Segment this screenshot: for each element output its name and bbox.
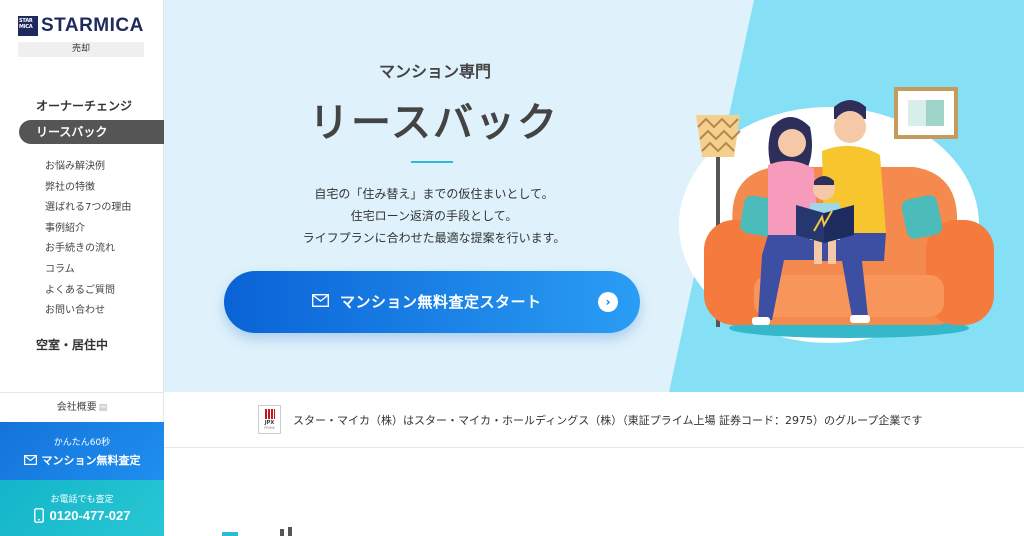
mail-icon	[312, 294, 329, 307]
sub-nav-item[interactable]: コラム	[45, 263, 131, 284]
nav-vacant-occupied[interactable]: 空室・居住中	[36, 336, 108, 353]
jpx-sub: PRIME	[264, 426, 275, 430]
document-icon: ▤	[98, 403, 108, 413]
jpx-bars-icon	[264, 409, 275, 419]
mail-icon	[23, 455, 37, 465]
sub-nav-item[interactable]: お問い合わせ	[45, 304, 131, 325]
hero-cta-label: マンション無料査定スタート	[340, 293, 542, 311]
sidebar: STAR MICA STARMICA 売却 オーナーチェンジ リースバック お悩…	[0, 0, 164, 536]
logo-mark: STAR MICA	[18, 16, 38, 36]
phone-cta-small: お電話でも査定	[50, 495, 114, 505]
site-logo[interactable]: STAR MICA STARMICA	[18, 15, 144, 37]
company-link[interactable]: 会社概要 ▤	[0, 392, 164, 422]
hero-subtitle: マンション専門	[378, 62, 491, 81]
family-on-sofa-illustration	[679, 87, 994, 343]
phone-number: 0120-477-027	[49, 508, 131, 523]
assessment-cta-button[interactable]: かんたん60秒 マンション無料査定	[0, 422, 164, 480]
hero-desc-line: 住宅ローン返済の手段として。	[350, 209, 518, 223]
sub-nav-item[interactable]: お手続きの流れ	[45, 242, 131, 263]
chevron-right-icon: ›	[598, 292, 618, 312]
hero-description: 自宅の「住み替え」までの仮住まいとして。 住宅ローン返済の手段として。 ライフプ…	[274, 183, 594, 249]
next-section-heading-peek	[222, 527, 292, 536]
hero-desc-line: ライフプランに合わせた最適な提案を行います。	[302, 231, 566, 245]
phone-icon	[33, 508, 44, 523]
jpx-prime-logo: JPX PRIME	[258, 405, 281, 434]
sub-nav-item[interactable]: 選ばれる7つの理由	[45, 201, 131, 222]
nav-leaseback-active[interactable]: リースバック	[19, 120, 164, 144]
hero-assessment-button[interactable]: マンション無料査定スタート ›	[224, 271, 640, 333]
sub-nav-item[interactable]: 事例紹介	[45, 222, 131, 243]
nav-owner-change[interactable]: オーナーチェンジ	[36, 97, 132, 114]
hero-title: リースバック	[309, 100, 559, 146]
content-area	[164, 449, 1024, 536]
assessment-cta-small: かんたん60秒	[53, 438, 111, 448]
company-label: 会社概要	[56, 402, 97, 413]
sub-nav-item[interactable]: 弊社の特徴	[45, 181, 131, 202]
group-company-text: スター・マイカ（株）はスター・マイカ・ホールディングス（株）（東証プライム上場 …	[293, 414, 923, 427]
assessment-cta-label: マンション無料査定	[41, 454, 141, 467]
sub-nav-item[interactable]: よくあるご質問	[45, 284, 131, 305]
sub-nav-item[interactable]: お悩み解決例	[45, 160, 131, 181]
hero-desc-line: 自宅の「住み替え」までの仮住まいとして。	[314, 187, 554, 201]
phone-cta-button[interactable]: お電話でも査定 0120-477-027	[0, 480, 164, 536]
hero-divider	[411, 161, 453, 163]
group-company-bar: JPX PRIME スター・マイカ（株）はスター・マイカ・ホールディングス（株）…	[164, 392, 1024, 448]
section-label: 売却	[18, 42, 144, 57]
logo-text: STARMICA	[41, 15, 144, 36]
sub-nav-list: お悩み解決例 弊社の特徴 選ばれる7つの理由 事例紹介 お手続きの流れ コラム …	[45, 160, 131, 325]
hero-section: マンション専門 リースバック 自宅の「住み替え」までの仮住まいとして。 住宅ロー…	[164, 0, 1024, 392]
